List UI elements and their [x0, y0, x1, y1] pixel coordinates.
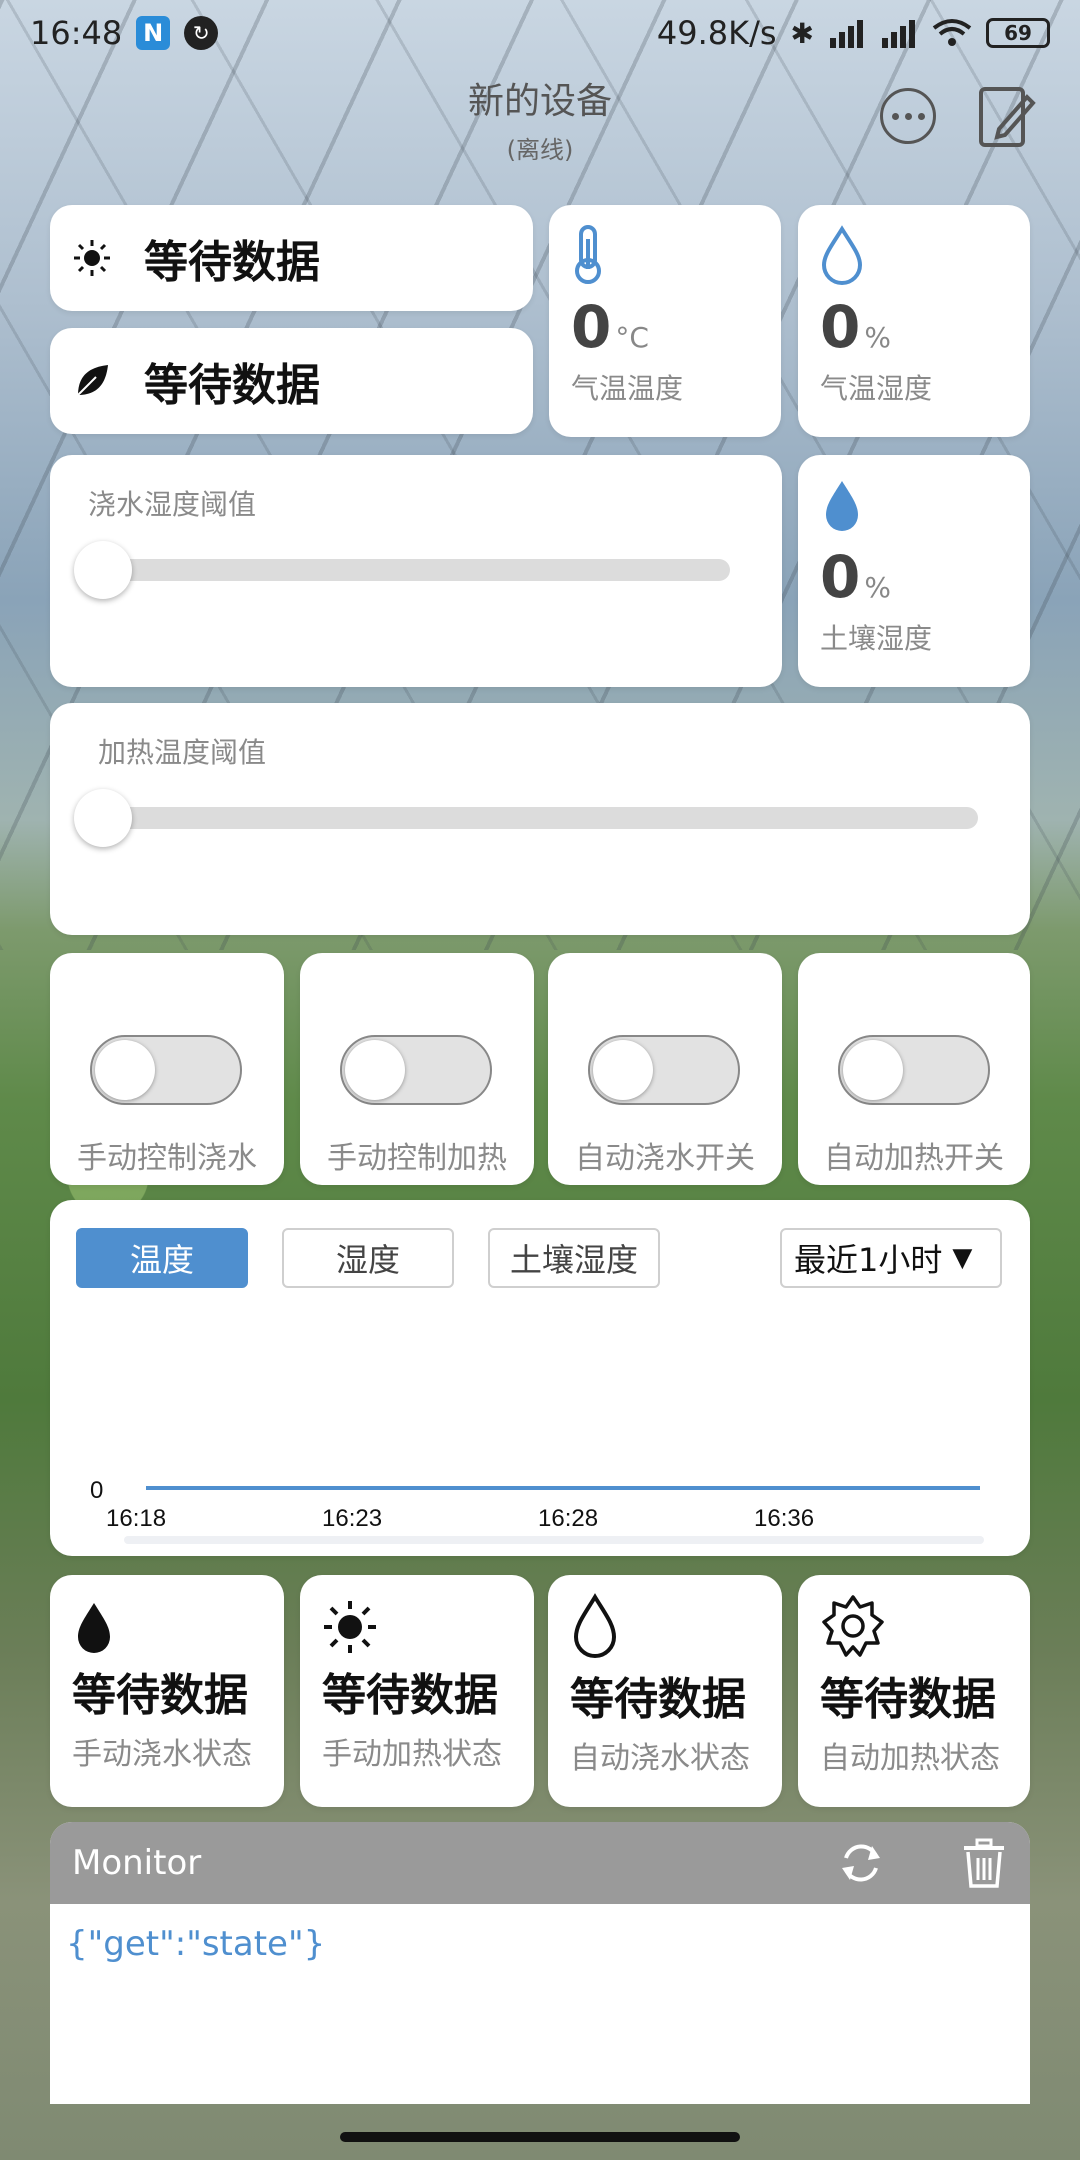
auto-heat-status-label: 自动加热状态: [820, 1741, 1000, 1776]
manual-water-toggle[interactable]: [90, 1035, 242, 1105]
leaf-icon: [77, 365, 108, 396]
monitor-header: Monitor: [50, 1822, 1030, 1904]
line-chart: 016:18 16:23 16:28 16:36: [90, 1477, 984, 1544]
soil-humidity-label: 土壤湿度: [820, 622, 933, 655]
trash-icon: [964, 1838, 1004, 1888]
manual-heat-toggle[interactable]: [340, 1035, 492, 1105]
watering-threshold-thumb[interactable]: [74, 541, 132, 599]
watering-threshold-slider[interactable]: [102, 559, 730, 581]
toggle-card-manual-heat: 手动控制加热: [300, 953, 534, 1185]
toggle-card-manual-water: 手动控制浇水: [50, 953, 284, 1185]
edit-button[interactable]: [972, 72, 1042, 162]
history-chart-card: 温度 湿度 土壤湿度 最近1小时 ▼ 0 16:18 16:23 16:28 16:36: [50, 1200, 1030, 1556]
status-card-manual-heat: 等待数据 手动加热状态: [300, 1575, 534, 1807]
chart-scrollbar[interactable]: [124, 1536, 984, 1544]
home-indicator[interactable]: [340, 2132, 740, 2142]
more-dot-icon: [917, 112, 925, 120]
more-dot-icon: [904, 112, 912, 120]
manual-water-toggle-label: 手动控制浇水: [77, 1141, 257, 1176]
auto-heat-status-value: 等待数据: [820, 1674, 996, 1725]
sun-icon: [74, 240, 110, 276]
auto-heat-toggle[interactable]: [838, 1035, 990, 1105]
signal-icon-2: [882, 20, 915, 48]
plant-info-card: 等待数据: [50, 328, 533, 434]
heating-threshold-slider[interactable]: [102, 807, 978, 829]
toggle-card-auto-heat: 自动加热开关: [798, 953, 1030, 1185]
droplet-outline-icon: [573, 1593, 617, 1658]
droplet-filled-icon: [78, 1603, 110, 1653]
network-speed: 49.8K/s: [656, 14, 777, 52]
x-tick-label: 16:36: [754, 1505, 814, 1532]
y-tick-label: 0: [90, 1477, 103, 1504]
manual-water-status-value: 等待数据: [72, 1670, 248, 1721]
battery-icon: 69: [986, 18, 1050, 48]
status-time: 16:48: [30, 14, 123, 52]
droplet-outline-icon: [821, 225, 863, 285]
bluetooth-icon: ✱: [790, 16, 814, 50]
manual-heat-status-value: 等待数据: [322, 1670, 498, 1721]
monitor-panel: Monitor {"get":"state"}: [50, 1822, 1030, 2104]
toggle-card-auto-water: 自动浇水开关: [548, 953, 782, 1185]
status-bar: 16:48 N ↻ 49.8K/s ✱ 69: [0, 0, 1080, 66]
auto-water-toggle[interactable]: [588, 1035, 740, 1105]
signal-icon: [830, 20, 863, 48]
status-card-auto-water: 等待数据 自动浇水状态: [548, 1575, 782, 1807]
auto-water-toggle-label: 自动浇水开关: [575, 1141, 755, 1176]
status-card-manual-water: 等待数据 手动浇水状态: [50, 1575, 284, 1807]
air-temperature-label: 气温温度: [571, 372, 684, 405]
toggle-knob: [95, 1040, 155, 1100]
manual-water-status-label: 手动浇水状态: [72, 1737, 252, 1772]
more-dot-icon: [891, 112, 899, 120]
x-tick-label: 16:23: [322, 1505, 382, 1532]
edit-icon: [979, 87, 1036, 147]
sun-icon: [324, 1601, 376, 1653]
monitor-title: Monitor: [72, 1843, 202, 1883]
air-humidity-label: 气温湿度: [820, 372, 933, 405]
air-humidity-card: 0 % 气温湿度: [798, 205, 1030, 437]
heating-threshold-label: 加热温度阈值: [98, 736, 267, 769]
cast-icon: ↻: [184, 16, 219, 50]
air-temperature-card: 0 °C 气温温度: [549, 205, 781, 437]
droplet-filled-icon: [826, 481, 858, 531]
manual-heat-toggle-label: 手动控制加热: [327, 1141, 507, 1176]
gear-icon: [822, 1595, 884, 1657]
auto-water-status-value: 等待数据: [570, 1674, 746, 1725]
thermometer-icon: [575, 225, 601, 284]
x-tick-label: 16:28: [538, 1505, 598, 1532]
refresh-button[interactable]: [836, 1838, 886, 1897]
more-options-button[interactable]: [880, 88, 936, 144]
heating-threshold-card: 加热温度阈值: [50, 703, 1030, 935]
app-badge-icon: N: [136, 16, 171, 50]
air-temperature-value: 0: [571, 293, 612, 361]
soil-humidity-card: 0 % 土壤湿度: [798, 455, 1030, 687]
refresh-icon: [842, 1844, 880, 1882]
light-info-label: 等待数据: [144, 237, 320, 288]
watering-threshold-card: 浇水湿度阈值: [50, 455, 782, 687]
manual-heat-status-label: 手动加热状态: [322, 1737, 502, 1772]
toggle-knob: [593, 1040, 653, 1100]
clear-log-button[interactable]: [962, 1838, 1006, 1897]
toggle-knob: [843, 1040, 903, 1100]
monitor-log: {"get":"state"}: [66, 1924, 326, 1964]
heating-threshold-thumb[interactable]: [74, 789, 132, 847]
wifi-icon: [932, 19, 972, 46]
soil-humidity-value: 0: [820, 543, 861, 611]
air-humidity-unit: %: [864, 321, 891, 354]
auto-heat-toggle-label: 自动加热开关: [824, 1141, 1004, 1176]
auto-water-status-label: 自动浇水状态: [570, 1741, 750, 1776]
watering-threshold-label: 浇水湿度阈值: [88, 488, 257, 521]
air-humidity-value: 0: [820, 293, 861, 361]
light-info-card: 等待数据: [50, 205, 533, 311]
plant-info-label: 等待数据: [144, 360, 320, 411]
status-card-auto-heat: 等待数据 自动加热状态: [798, 1575, 1030, 1807]
x-tick-label: 16:18: [106, 1505, 166, 1532]
toggle-knob: [345, 1040, 405, 1100]
soil-humidity-unit: %: [864, 571, 891, 604]
air-temperature-unit: °C: [615, 321, 649, 354]
